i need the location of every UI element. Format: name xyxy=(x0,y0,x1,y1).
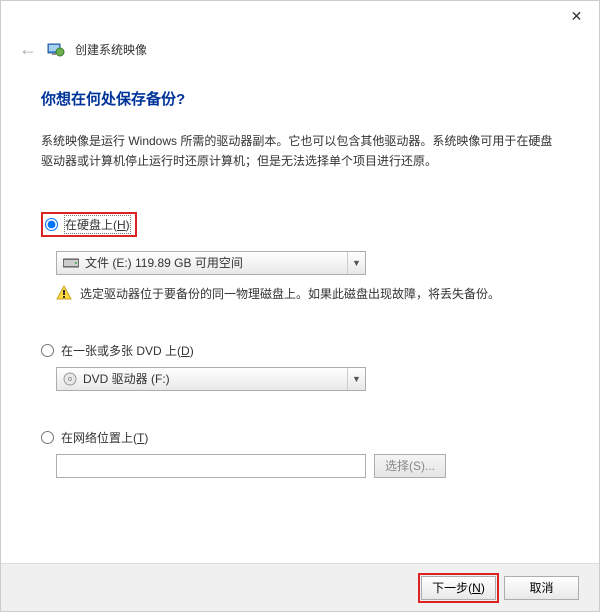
window-title: 创建系统映像 xyxy=(75,41,147,58)
next-button[interactable]: 下一步(N) xyxy=(421,576,496,600)
radio-network-label: 在网络位置上(T) xyxy=(61,429,148,446)
dvd-dropdown[interactable]: DVD 驱动器 (F:) ▼ xyxy=(56,367,366,391)
content-area: 你想在何处保存备份? 系统映像是运行 Windows 所需的驱动器副本。它也可以… xyxy=(1,60,599,478)
select-network-button[interactable]: 选择(S)... xyxy=(374,454,446,478)
wizard-header: ← 创建系统映像 xyxy=(1,31,599,60)
disc-icon xyxy=(63,372,77,386)
warning-icon xyxy=(56,285,72,304)
network-path-input[interactable] xyxy=(56,454,366,478)
radio-dvd-row[interactable]: 在一张或多张 DVD 上(D) xyxy=(41,342,559,359)
option-dvd: 在一张或多张 DVD 上(D) DVD 驱动器 (F:) ▼ xyxy=(41,342,559,391)
network-input-row: 选择(S)... xyxy=(56,454,559,478)
radio-dvd-label: 在一张或多张 DVD 上(D) xyxy=(61,342,194,359)
warning-text: 选定驱动器位于要备份的同一物理磁盘上。如果此磁盘出现故障，将丢失备份。 xyxy=(80,285,500,302)
titlebar: ✕ xyxy=(1,1,599,31)
option-network: 在网络位置上(T) 选择(S)... xyxy=(41,429,559,478)
radio-hard-disk[interactable] xyxy=(45,218,58,231)
hard-disk-dropdown-value: 文件 (E:) 119.89 GB 可用空间 xyxy=(85,254,359,271)
radio-network-row[interactable]: 在网络位置上(T) xyxy=(41,429,559,446)
system-image-icon xyxy=(47,41,65,59)
radio-hard-disk-row[interactable]: 在硬盘上(H) xyxy=(41,212,137,237)
description-text: 系统映像是运行 Windows 所需的驱动器副本。它也可以包含其他驱动器。系统映… xyxy=(41,131,559,172)
dvd-dropdown-value: DVD 驱动器 (F:) xyxy=(83,370,359,387)
cancel-button[interactable]: 取消 xyxy=(504,576,579,600)
radio-hard-disk-label: 在硬盘上(H) xyxy=(65,216,130,233)
radio-network[interactable] xyxy=(41,431,54,444)
chevron-down-icon: ▼ xyxy=(347,252,365,274)
main-heading: 你想在何处保存备份? xyxy=(41,88,559,109)
option-hard-disk: 在硬盘上(H) 文件 (E:) 119.89 GB 可用空间 ▼ 选定驱动器位于… xyxy=(41,212,559,304)
back-arrow-icon[interactable]: ← xyxy=(19,39,37,60)
chevron-down-icon: ▼ xyxy=(347,368,365,390)
warning-row: 选定驱动器位于要备份的同一物理磁盘上。如果此磁盘出现故障，将丢失备份。 xyxy=(56,285,559,304)
close-button[interactable]: ✕ xyxy=(554,1,599,31)
footer: 下一步(N) 取消 xyxy=(1,563,599,611)
drive-icon xyxy=(63,257,79,269)
radio-dvd[interactable] xyxy=(41,344,54,357)
hard-disk-dropdown[interactable]: 文件 (E:) 119.89 GB 可用空间 ▼ xyxy=(56,251,366,275)
